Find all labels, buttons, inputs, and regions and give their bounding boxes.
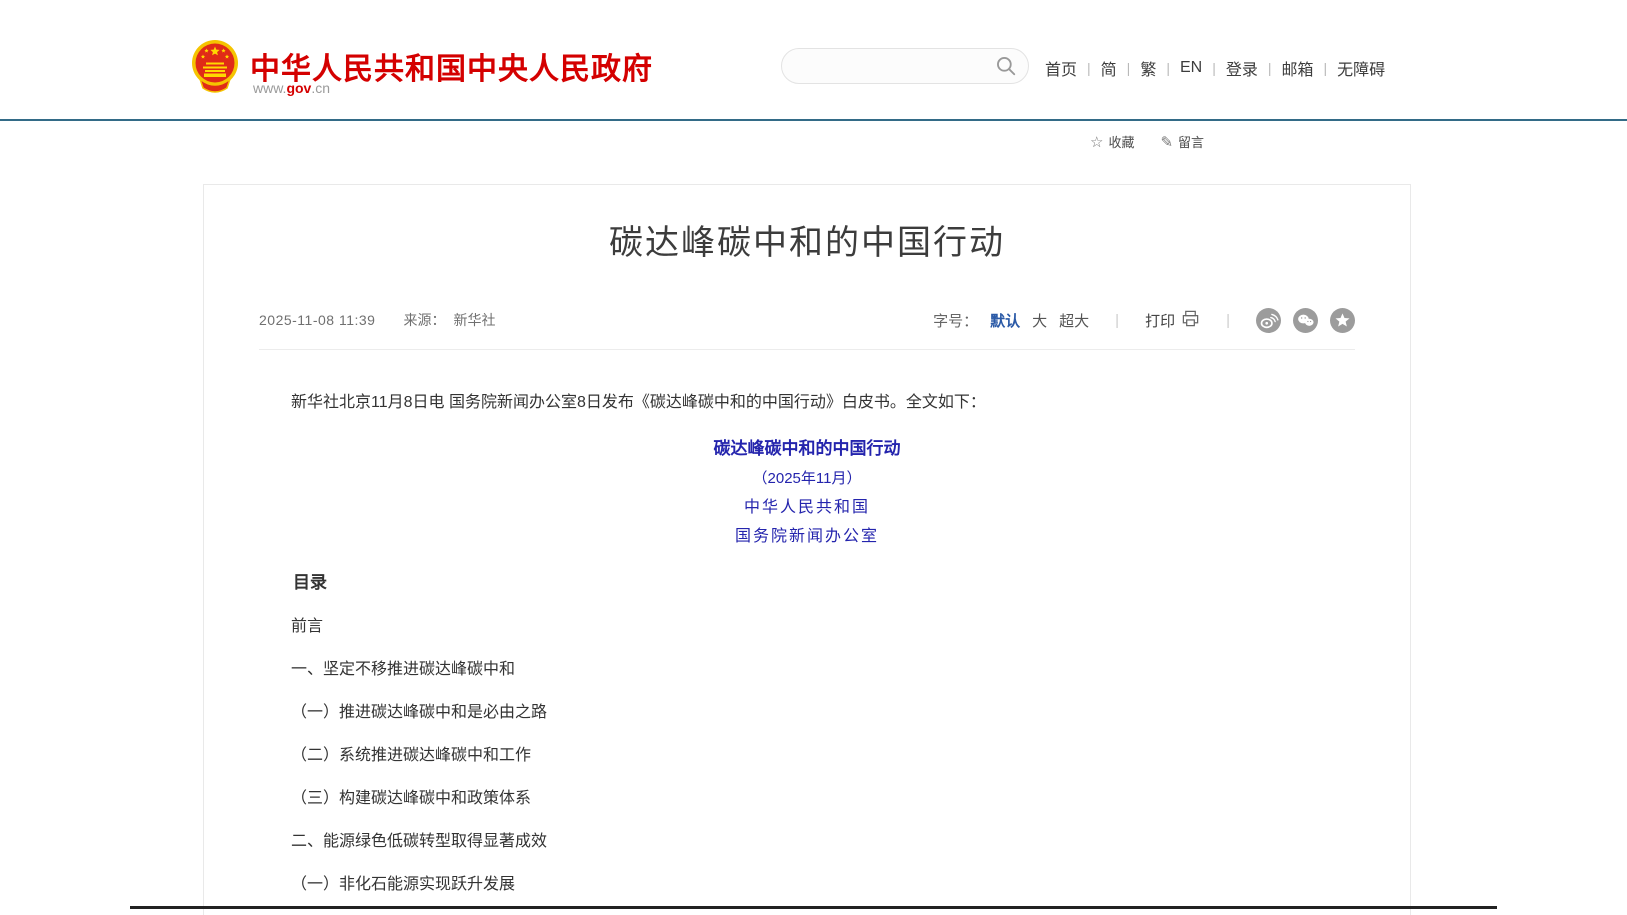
source-value: 新华社 [453,310,495,330]
qzone-star-share-icon[interactable] [1330,308,1355,333]
star-outline-icon: ☆ [1090,133,1103,151]
document-issuer-office: 国务院新闻办公室 [259,524,1355,550]
nav-login[interactable]: 登录 [1226,56,1258,80]
toc-item-2-1: （一）非化石能源实现跃升发展 [259,875,1355,895]
search-icon[interactable] [994,54,1018,78]
font-size-default[interactable]: 默认 [990,310,1020,331]
toc-item-2: 二、能源绿色低碳转型取得显著成效 [259,832,1355,852]
footer-top-edge [130,906,1497,909]
publish-date: 2025-11-08 11:39 [259,312,375,328]
nav-simplified[interactable]: 简 [1101,56,1117,80]
nav-separator: | [1324,60,1328,76]
article-intro: 新华社北京11月8日电 国务院新闻办公室8日发布《碳达峰碳中和的中国行动》白皮书… [259,390,1355,416]
nav-separator: | [1087,60,1091,76]
favorite-button[interactable]: ☆ 收藏 [1090,132,1134,151]
page-actions: ☆ 收藏 ✎ 留言 [1090,132,1204,151]
toc-title: 目录 [259,572,1355,594]
top-nav: 首页 | 简 | 繁 | EN | 登录 | 邮箱 | 无障碍 [1045,56,1385,80]
site-header: 中华人民共和国中央人民政府 www.gov.cn 首页| 简| 繁| EN| 登… [0,0,1627,121]
document-title: 碳达峰碳中和的中国行动 [259,436,1355,462]
meta-separator-line [259,349,1355,350]
meta-divider: | [1115,312,1119,329]
weibo-share-icon[interactable] [1256,308,1281,333]
source-label: 来源： [403,310,445,330]
font-size-label: 字号： [933,310,978,331]
nav-home[interactable]: 首页 [1045,56,1077,80]
wechat-share-icon[interactable] [1293,308,1318,333]
document-date: （2025年11月） [259,466,1355,492]
site-url-www: www. [253,80,286,96]
site-url-gov: gov [286,80,311,96]
toc-item-preface: 前言 [259,617,1355,637]
share-group [1256,308,1355,333]
nav-separator: | [1212,60,1216,76]
font-size-large[interactable]: 大 [1032,310,1047,331]
article-card: 碳达峰碳中和的中国行动 2025-11-08 11:39 来源： 新华社 字号：… [203,184,1411,915]
print-label: 打印 [1145,310,1175,331]
nav-mail[interactable]: 邮箱 [1282,56,1314,80]
document-heading-block: 碳达峰碳中和的中国行动 （2025年11月） 中华人民共和国 国务院新闻办公室 [259,436,1355,550]
toc-item-1-1: （一）推进碳达峰碳中和是必由之路 [259,703,1355,723]
article-meta-row: 2025-11-08 11:39 来源： 新华社 字号： 默认 大 超大 | 打… [259,307,1355,333]
toc-item-1: 一、坚定不移推进碳达峰碳中和 [259,660,1355,680]
comment-label: 留言 [1178,132,1204,151]
search-input[interactable] [798,58,994,74]
print-button[interactable]: 打印 [1145,309,1200,332]
page: 中华人民共和国中央人民政府 www.gov.cn 首页| 简| 繁| EN| 登… [0,0,1627,915]
comment-button[interactable]: ✎ 留言 [1160,132,1204,151]
nav-traditional[interactable]: 繁 [1140,56,1156,80]
document-issuer-country: 中华人民共和国 [259,495,1355,521]
toc-item-1-2: （二）系统推进碳达峰碳中和工作 [259,746,1355,766]
article-meta-left: 2025-11-08 11:39 来源： 新华社 [259,310,495,330]
site-url-cn: .cn [311,80,330,96]
nav-separator: | [1268,60,1272,76]
printer-icon [1181,309,1200,332]
nav-separator: | [1127,60,1131,76]
national-emblem-icon [190,85,240,102]
search-box [781,48,1029,84]
article-meta-right: 字号： 默认 大 超大 | 打印 | [933,308,1355,333]
nav-separator: | [1166,60,1170,76]
favorite-label: 收藏 [1108,132,1134,151]
site-url[interactable]: www.gov.cn [253,80,330,96]
nav-english[interactable]: EN [1180,59,1202,77]
pencil-icon: ✎ [1160,133,1173,151]
article-title: 碳达峰碳中和的中国行动 [259,219,1355,267]
nav-accessibility[interactable]: 无障碍 [1337,56,1385,80]
meta-divider: | [1226,312,1230,329]
toc-item-1-3: （三）构建碳达峰碳中和政策体系 [259,789,1355,809]
national-emblem-logo[interactable] [190,38,240,98]
font-size-xlarge[interactable]: 超大 [1059,310,1089,331]
